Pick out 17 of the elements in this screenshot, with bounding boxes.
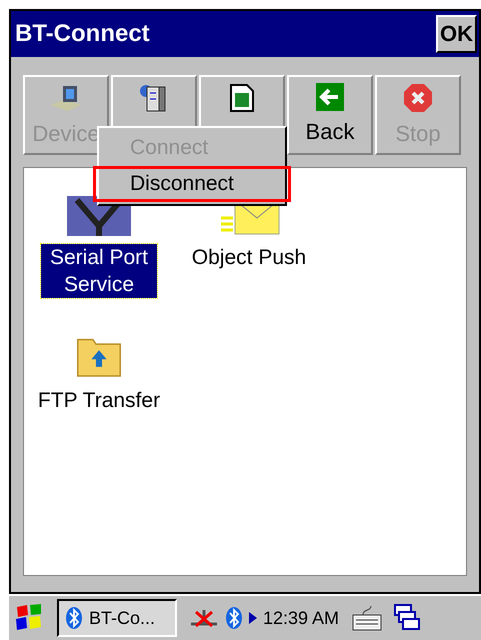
windows-icon[interactable] [393, 603, 422, 633]
window-title: BT-Connect [15, 19, 150, 49]
clock: 12:39 AM [263, 606, 340, 630]
triangle-icon[interactable] [249, 612, 257, 624]
stop-icon [403, 83, 433, 113]
keyboard-icon[interactable] [351, 603, 384, 633]
document-icon [227, 83, 257, 113]
bluetooth-icon [65, 606, 83, 630]
service-label[interactable]: Serial Port Service [41, 244, 157, 298]
taskbar-button[interactable]: BT-Co... [57, 599, 177, 637]
bluetooth-icon[interactable] [225, 606, 243, 630]
laptop-icon [49, 83, 83, 113]
toolbar-button[interactable]: Back [287, 75, 373, 155]
service-label[interactable]: FTP Transfer [36, 387, 162, 414]
ok-button[interactable]: OK [436, 15, 477, 53]
menu-item[interactable]: Disconnect [93, 166, 291, 202]
service-label[interactable]: Object Push [190, 244, 308, 271]
